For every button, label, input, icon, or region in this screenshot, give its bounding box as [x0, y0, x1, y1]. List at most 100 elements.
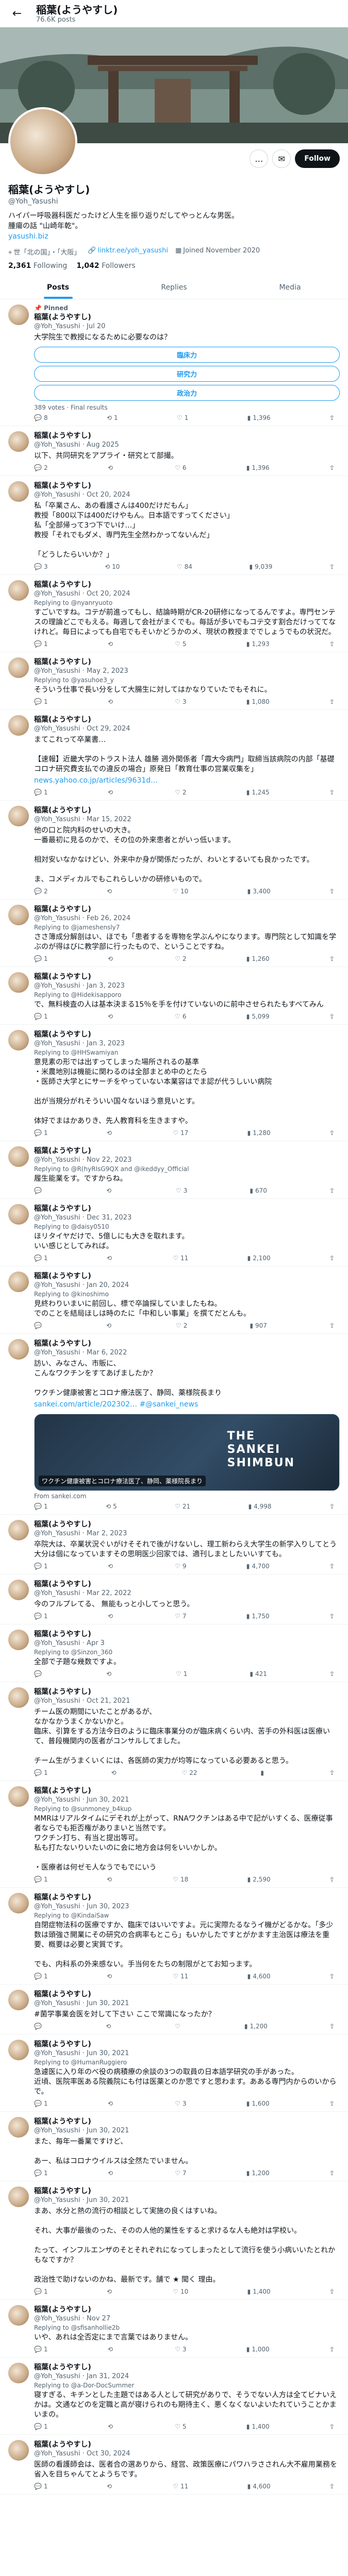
- reply-button[interactable]: 💬 1: [34, 2346, 48, 2353]
- share-button[interactable]: ⇪: [329, 888, 335, 895]
- share-button[interactable]: ⇪: [329, 1973, 335, 1980]
- share-button[interactable]: ⇪: [329, 563, 335, 570]
- tweet-handle-date[interactable]: @Yoh_Yasushi · Jun 30, 2021: [34, 1795, 340, 1805]
- tweet-author-name[interactable]: 稲葉(ようやすし): [34, 1340, 91, 1348]
- views-button[interactable]: ▮ 1,750: [246, 1613, 270, 1620]
- views-button[interactable]: ▮ 9,039: [249, 563, 272, 570]
- views-button[interactable]: ▮ 1,396: [246, 464, 270, 471]
- tweet-author-name[interactable]: 稲葉(ようやすし): [34, 1787, 91, 1795]
- like-button[interactable]: ♡ 10: [173, 888, 188, 895]
- tweet-author-name[interactable]: 稲葉(ようやすし): [34, 2306, 91, 2314]
- replying-to[interactable]: Replying to @yasuhoe3_y: [34, 676, 340, 684]
- tweet-handle-date[interactable]: @Yoh_Yasushi · Oct 20, 2024: [34, 589, 340, 599]
- share-button[interactable]: ⇪: [329, 640, 335, 648]
- retweet-button[interactable]: ⟲: [106, 1322, 113, 1329]
- tweet-author-name[interactable]: 稲葉(ようやすし): [34, 806, 91, 815]
- tweet-author-name[interactable]: 稲葉(ようやすし): [34, 1205, 91, 1213]
- reply-button[interactable]: 💬 1: [34, 1503, 48, 1510]
- tweet-handle-date[interactable]: @Yoh_Yasushi · Jan 31, 2024: [34, 2372, 340, 2381]
- reply-button[interactable]: 💬 1: [34, 2170, 48, 2177]
- bio-link[interactable]: yasushi.biz: [8, 231, 340, 242]
- views-button[interactable]: ▮ 1,200: [246, 2170, 270, 2177]
- tweet-handle-date[interactable]: @Yoh_Yasushi · Oct 20, 2024: [34, 490, 340, 500]
- like-button[interactable]: ♡: [175, 2023, 183, 2030]
- tweet-avatar[interactable]: [8, 657, 29, 678]
- tweet-avatar[interactable]: [8, 431, 29, 452]
- tweet-author-name[interactable]: 稲葉(ようやすし): [34, 2040, 91, 2048]
- tweet-handle-date[interactable]: @Yoh_Yasushi · Nov 22, 2023: [34, 1156, 340, 1165]
- tweet-author-name[interactable]: 稲葉(ようやすし): [34, 313, 91, 321]
- replying-to[interactable]: Replying to @kinoshimo: [34, 1291, 340, 1298]
- tweet-handle-date[interactable]: @Yoh_Yasushi · Oct 21, 2021: [34, 1697, 340, 1706]
- reply-button[interactable]: 💬 1: [34, 955, 48, 962]
- reply-button[interactable]: 💬 1: [34, 789, 48, 796]
- tweet-author-name[interactable]: 稲葉(ようやすし): [34, 581, 91, 589]
- followers-link[interactable]: 1,042 Followers: [76, 262, 135, 270]
- retweet-button[interactable]: ⟲: [108, 2100, 115, 2107]
- tweet-avatar[interactable]: [8, 2305, 29, 2326]
- share-button[interactable]: ⇪: [329, 2288, 335, 2295]
- tweet[interactable]: 稲葉(ようやすし) @Yoh_Yasushi · Jun 30, 2021 Repl…: [0, 2035, 348, 2112]
- tweet-author-name[interactable]: 稲葉(ようやすし): [34, 905, 91, 913]
- views-button[interactable]: ▮ 1,400: [246, 2423, 270, 2430]
- retweet-button[interactable]: ⟲: [108, 2170, 115, 2177]
- tweet-avatar[interactable]: [8, 1990, 29, 2010]
- tweet-handle-date[interactable]: @Yoh_Yasushi · Jul 20: [34, 322, 340, 331]
- tweet-avatar[interactable]: [8, 580, 29, 601]
- tweet-author-name[interactable]: 稲葉(ようやすし): [34, 1147, 91, 1155]
- tweet[interactable]: 稲葉(ようやすし) @Yoh_Yasushi · Jan 20, 2024 Repl…: [0, 1266, 348, 1334]
- poll-option[interactable]: 臨床力: [34, 347, 340, 363]
- share-button[interactable]: ⇪: [329, 1322, 335, 1329]
- retweet-button[interactable]: ⟲: [106, 2023, 113, 2030]
- like-button[interactable]: ♡ 2: [176, 1322, 187, 1329]
- views-button[interactable]: ▮ 907: [250, 1322, 267, 1329]
- tweet-handle-date[interactable]: @Yoh_Yasushi · Mar 6, 2022: [34, 1348, 340, 1358]
- retweet-button[interactable]: ⟲: [107, 2483, 114, 2490]
- link-card[interactable]: THE SANKEI SHIMBUN ワクチン健康被害とコロナ療法医了、静岡、薬様…: [34, 1414, 340, 1491]
- reply-button[interactable]: 💬 8: [34, 414, 48, 421]
- reply-button[interactable]: 💬 2: [34, 464, 48, 471]
- tweet[interactable]: 稲葉(ようやすし) @Yoh_Yasushi · Oct 30, 2024 医師の看…: [0, 2435, 348, 2495]
- tweet[interactable]: 稲葉(ようやすし) @Yoh_Yasushi · Mar 22, 2022 今のフル…: [0, 1574, 348, 1624]
- share-button[interactable]: ⇪: [329, 1503, 335, 1510]
- views-button[interactable]: ▮ 1,200: [244, 2023, 268, 2030]
- replying-to[interactable]: Replying to @Hidekisapporo: [34, 991, 340, 998]
- like-button[interactable]: ♡ 22: [181, 1769, 197, 1776]
- tweet-handle-date[interactable]: @Yoh_Yasushi · May 2, 2023: [34, 667, 340, 676]
- like-button[interactable]: ♡ 3: [176, 1187, 187, 1194]
- like-button[interactable]: ♡ 3: [175, 698, 186, 705]
- share-button[interactable]: ⇪: [329, 1255, 335, 1262]
- views-button[interactable]: ▮ 1,400: [247, 2288, 271, 2295]
- tweet-avatar[interactable]: [8, 1630, 29, 1650]
- like-button[interactable]: ♡ 9: [175, 1563, 186, 1570]
- views-button[interactable]: ▮ 1,280: [247, 1129, 271, 1137]
- like-button[interactable]: ♡ 21: [175, 1503, 190, 1510]
- tweet-avatar[interactable]: [8, 1893, 29, 1913]
- replying-to[interactable]: Replying to @HumanRuggiero: [34, 2059, 340, 2066]
- like-button[interactable]: ♡ 2: [175, 789, 186, 796]
- views-button[interactable]: ▮ 1,600: [246, 2100, 270, 2107]
- views-button[interactable]: ▮ 1,245: [246, 789, 270, 796]
- retweet-button[interactable]: ⟲: [111, 1769, 119, 1776]
- tweet[interactable]: 稲葉(ようやすし) @Yoh_Yasushi · Jun 30, 2021 また、毎…: [0, 2112, 348, 2181]
- replying-to[interactable]: Replying to @HHSwamiyan: [34, 1049, 340, 1056]
- views-button[interactable]: ▮ 2,590: [247, 1876, 271, 1883]
- tweet-handle-date[interactable]: @Yoh_Yasushi · Apr 3: [34, 1639, 340, 1648]
- tweet[interactable]: 稲葉(ようやすし) @Yoh_Yasushi · May 2, 2023 Reply…: [0, 652, 348, 710]
- retweet-button[interactable]: ⟲: [108, 1563, 115, 1570]
- like-button[interactable]: ♡ 3: [175, 2346, 186, 2353]
- tweet-handle-date[interactable]: @Yoh_Yasushi · Jan 3, 2023: [34, 1039, 340, 1048]
- reply-button[interactable]: 💬 1: [34, 2288, 48, 2295]
- reply-button[interactable]: 💬 1: [34, 640, 48, 648]
- tweet-handle-date[interactable]: @Yoh_Yasushi · Mar 15, 2022: [34, 815, 340, 824]
- tweet-avatar[interactable]: [8, 1520, 29, 1540]
- retweet-button[interactable]: ⟲: [108, 464, 115, 471]
- like-button[interactable]: ♡ 1: [176, 1670, 187, 1677]
- tweet[interactable]: 稲葉(ようやすし) @Yoh_Yasushi · Jan 3, 2023 Reply…: [0, 967, 348, 1025]
- like-button[interactable]: ♡ 5: [175, 640, 186, 648]
- retweet-button[interactable]: ⟲: [107, 1876, 114, 1883]
- tweet-avatar[interactable]: [8, 905, 29, 925]
- reply-button[interactable]: 💬: [34, 1187, 44, 1194]
- tweet-avatar[interactable]: [8, 1786, 29, 1807]
- reply-button[interactable]: 💬: [34, 1322, 44, 1329]
